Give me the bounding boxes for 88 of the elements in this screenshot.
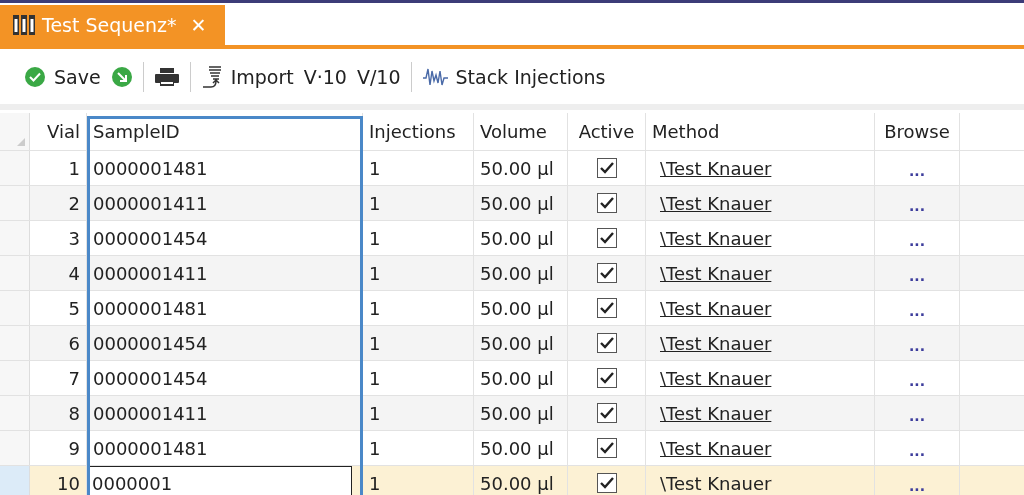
- checkbox[interactable]: [596, 403, 617, 423]
- method-link[interactable]: \Test Knauer: [652, 262, 772, 284]
- column-header[interactable]: Active: [568, 113, 646, 150]
- table-cell: 50.00 µl: [474, 256, 568, 290]
- table-cell-text: 0000001411: [93, 191, 208, 216]
- table-cell: 10: [30, 466, 87, 495]
- save-button[interactable]: Save: [24, 65, 101, 88]
- table-cell: 7: [30, 361, 87, 395]
- table-cell: 50.00 µl: [474, 326, 568, 360]
- table-cell: 50.00 µl: [474, 291, 568, 325]
- column-header[interactable]: Injections: [363, 113, 474, 150]
- table-cell: 50.00 µl: [474, 361, 568, 395]
- table-cell: 2: [30, 186, 87, 220]
- input-field[interactable]: 0000001: [89, 466, 352, 495]
- method-link[interactable]: \Test Knauer: [652, 297, 772, 319]
- v-slash-button[interactable]: V/10: [356, 65, 401, 88]
- table-cell: 1: [363, 221, 474, 255]
- table-cell-text: 0000001454: [93, 331, 208, 356]
- checkbox[interactable]: [596, 298, 617, 318]
- browse-button[interactable]: ...: [909, 303, 925, 319]
- table-cell: 3: [30, 221, 87, 255]
- table-cell: 50.00 µl: [474, 466, 568, 495]
- import-button[interactable]: Import: [200, 64, 294, 89]
- browse-button[interactable]: ...: [909, 478, 925, 494]
- browse-button[interactable]: ...: [909, 443, 925, 459]
- column-header[interactable]: Browse: [875, 113, 960, 150]
- browse-button[interactable]: ...: [909, 408, 925, 424]
- table-cell-text: 0000001481: [93, 156, 208, 181]
- table-cell-text: 0000001481: [93, 436, 208, 461]
- method-link[interactable]: \Test Knauer: [652, 192, 772, 214]
- import-icon: [200, 64, 223, 89]
- table-cell-text: 0000001411: [93, 401, 208, 426]
- stack-injections-button[interactable]: Stack Injections: [421, 65, 606, 88]
- save-as-icon[interactable]: [110, 65, 133, 88]
- checkbox[interactable]: [596, 438, 617, 458]
- table-cell: 8: [30, 396, 87, 430]
- table-cell: 1: [363, 361, 474, 395]
- table-cell-text: 0000001481: [93, 296, 208, 321]
- browse-button[interactable]: ...: [909, 163, 925, 179]
- method-link[interactable]: \Test Knauer: [652, 157, 772, 179]
- table-cell: 50.00 µl: [474, 431, 568, 465]
- table-cell: 4: [30, 256, 87, 290]
- method-link[interactable]: \Test Knauer: [652, 472, 772, 494]
- table-cell-text: 0000001454: [93, 226, 208, 251]
- table-cell: 50.00 µl: [474, 151, 568, 185]
- table-cell-text: 0000001454: [93, 366, 208, 391]
- table-cell: 1: [363, 186, 474, 220]
- method-link[interactable]: \Test Knauer: [652, 402, 772, 424]
- browse-button[interactable]: ...: [909, 198, 925, 214]
- print-icon[interactable]: [153, 65, 180, 88]
- vials-icon: [12, 14, 36, 36]
- table-cell: 1: [363, 151, 474, 185]
- column-header[interactable]: SampleID: [87, 113, 363, 150]
- checkbox[interactable]: [596, 368, 617, 388]
- table-cell: 50.00 µl: [474, 396, 568, 430]
- checkbox[interactable]: [596, 158, 617, 178]
- v-dot-button[interactable]: V·10: [303, 65, 347, 88]
- table-cell: 1: [30, 151, 87, 185]
- tab-title: Test Sequenz*: [42, 14, 177, 36]
- column-header[interactable]: Vial: [30, 113, 87, 150]
- browse-button[interactable]: ...: [909, 233, 925, 249]
- column-header[interactable]: Volume: [474, 113, 568, 150]
- table-cell: 1: [363, 466, 474, 495]
- checkbox[interactable]: [596, 193, 617, 213]
- table-cell: 50.00 µl: [474, 221, 568, 255]
- table-cell: 1: [363, 256, 474, 290]
- browse-button[interactable]: ...: [909, 373, 925, 389]
- method-link[interactable]: \Test Knauer: [652, 332, 772, 354]
- checkbox[interactable]: [596, 228, 617, 248]
- table-cell: 6: [30, 326, 87, 360]
- checkbox[interactable]: [596, 263, 617, 283]
- method-link[interactable]: \Test Knauer: [652, 437, 772, 459]
- table-cell: 50.00 µl: [474, 186, 568, 220]
- table-cell: 9: [30, 431, 87, 465]
- checkbox[interactable]: [596, 473, 617, 493]
- method-link[interactable]: \Test Knauer: [652, 227, 772, 249]
- column-header[interactable]: Method: [646, 113, 875, 150]
- table-cell-text: 0000001411: [93, 261, 208, 286]
- browse-button[interactable]: ...: [909, 338, 925, 354]
- table-cell: 1: [363, 326, 474, 360]
- table-cell: 5: [30, 291, 87, 325]
- method-link[interactable]: \Test Knauer: [652, 367, 772, 389]
- checkbox[interactable]: [596, 333, 617, 353]
- table-cell: 1: [363, 396, 474, 430]
- table-cell: 1: [363, 291, 474, 325]
- browse-button[interactable]: ...: [909, 268, 925, 284]
- check-circle-icon: [24, 65, 46, 88]
- table-cell: 1: [363, 431, 474, 465]
